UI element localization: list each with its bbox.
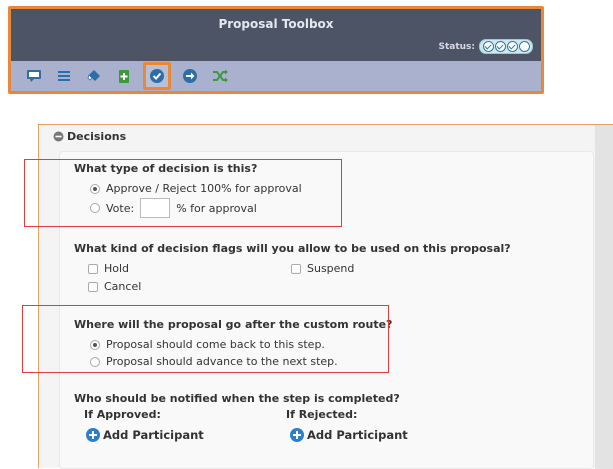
status-indicator: Status: [438, 39, 533, 54]
check-circle-icon[interactable] [143, 62, 171, 90]
decisions-title: Decisions [67, 130, 127, 143]
flag-suspend[interactable]: Suspend [291, 262, 354, 275]
status-step-4 [518, 41, 530, 52]
list-icon[interactable] [53, 65, 75, 87]
status-label: Status: [438, 41, 475, 52]
flag-hold[interactable]: Hold [88, 262, 129, 275]
decision-type-highlight [24, 159, 342, 227]
flag-cancel[interactable]: Cancel [88, 280, 141, 293]
toolbox-title: Proposal Toolbox [218, 17, 334, 31]
hold-checkbox[interactable] [88, 263, 98, 274]
add-document-icon[interactable] [113, 65, 135, 87]
shuffle-icon[interactable] [209, 65, 231, 87]
cancel-label: Cancel [104, 280, 142, 293]
if-approved-label: If Approved: [84, 408, 161, 421]
add-participant-approved-button[interactable]: Add Participant [86, 428, 204, 442]
toolbar [11, 61, 541, 91]
plus-circle-icon [86, 428, 100, 442]
status-step-2 [494, 41, 506, 52]
notify-question: Who should be notified when the step is … [74, 392, 400, 405]
if-rejected-label: If Rejected: [286, 408, 358, 421]
suspend-label: Suspend [307, 262, 355, 275]
status-pills [479, 39, 533, 54]
status-step-3 [506, 41, 518, 52]
add-participant-label: Add Participant [103, 428, 204, 442]
add-participant-rejected-button[interactable]: Add Participant [290, 428, 408, 442]
eraser-icon[interactable] [83, 65, 105, 87]
panel-scrollbar[interactable] [595, 125, 613, 469]
plus-circle-icon [290, 428, 304, 442]
decisions-header[interactable]: Decisions [53, 130, 126, 143]
collapse-icon[interactable] [53, 131, 64, 142]
suspend-checkbox[interactable] [291, 263, 301, 274]
route-highlight [22, 305, 389, 373]
forward-circle-icon[interactable] [179, 65, 201, 87]
proposal-toolbox: Proposal Toolbox Status: [8, 6, 544, 94]
hold-label: Hold [104, 262, 130, 275]
comment-icon[interactable] [23, 65, 45, 87]
status-step-1 [482, 41, 494, 52]
add-participant-label: Add Participant [307, 428, 408, 442]
cancel-checkbox[interactable] [88, 281, 98, 292]
flags-question: What kind of decision flags will you all… [74, 242, 511, 255]
